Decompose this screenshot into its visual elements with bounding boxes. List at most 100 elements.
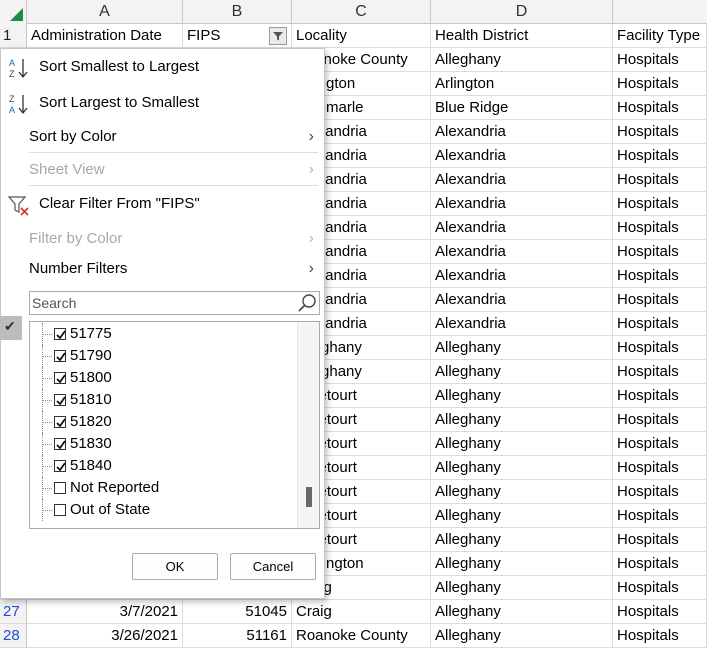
checkbox-checked[interactable] [54,394,66,406]
cell-facility-type[interactable]: Hospitals [613,408,707,432]
cell-health-district[interactable]: Alleghany [431,552,613,576]
checkbox-checked[interactable] [54,460,66,472]
cell-health-district[interactable]: Alleghany [431,624,613,648]
cell-health-district[interactable]: Alleghany [431,480,613,504]
scrollbar-thumb[interactable] [306,487,312,507]
cell-health-district[interactable]: Alleghany [431,528,613,552]
sort-descending-item[interactable]: Z A Sort Largest to Smallest [1,88,324,118]
sort-by-color-item[interactable]: Sort by Color › [1,122,324,152]
cell-health-district[interactable]: Alexandria [431,264,613,288]
values-list-scrollbar[interactable] [297,322,319,528]
cell-facility-type[interactable]: Hospitals [613,336,707,360]
cell-fips[interactable]: 51045 [183,600,292,624]
checkbox-checked[interactable] [54,438,66,450]
header-cell-fips[interactable]: FIPS [183,24,292,48]
cell-health-district[interactable]: Alleghany [431,336,613,360]
cell-health-district[interactable]: Alleghany [431,408,613,432]
column-header-c[interactable]: C [292,0,431,24]
row-number[interactable]: 27 [0,600,27,624]
checkbox-checked[interactable] [54,372,66,384]
cell-facility-type[interactable]: Hospitals [613,192,707,216]
filter-value-item[interactable]: 51775 [30,323,296,345]
clear-filter-item[interactable]: Clear Filter From "FIPS" [1,189,324,219]
cell-administration-date[interactable]: 3/7/2021 [27,600,183,624]
filter-value-item[interactable]: 51830 [30,433,296,455]
cell-facility-type[interactable]: Hospitals [613,528,707,552]
cell-facility-type[interactable]: Hospitals [613,504,707,528]
column-header-b[interactable]: B [183,0,292,24]
cell-facility-type[interactable]: Hospitals [613,48,707,72]
cell-facility-type[interactable]: Hospitals [613,216,707,240]
cell-health-district[interactable]: Alleghany [431,360,613,384]
header-cell-administration-date[interactable]: Administration Date [27,24,183,48]
fips-filter-button[interactable] [269,27,287,45]
cell-health-district[interactable]: Alleghany [431,48,613,72]
cell-locality[interactable]: Craig [292,600,431,624]
cell-facility-type[interactable]: Hospitals [613,432,707,456]
cell-facility-type[interactable]: Hospitals [613,168,707,192]
header-cell-facility-type[interactable]: Facility Type [613,24,707,48]
filter-search-input[interactable] [32,293,292,313]
cell-facility-type[interactable]: Hospitals [613,624,707,648]
row-number[interactable]: 1 [0,24,27,48]
checkbox-unchecked[interactable] [54,504,66,516]
cell-health-district[interactable]: Alleghany [431,384,613,408]
cell-facility-type[interactable]: Hospitals [613,456,707,480]
sort-ascending-item[interactable]: A Z Sort Smallest to Largest [1,52,324,82]
cell-health-district[interactable]: Alleghany [431,600,613,624]
cell-health-district[interactable]: Alleghany [431,456,613,480]
select-all-corner[interactable] [0,0,27,24]
cell-health-district[interactable]: Blue Ridge [431,96,613,120]
filter-value-item[interactable]: 51840 [30,455,296,477]
filter-search-box[interactable] [29,291,320,315]
cell-facility-type[interactable]: Hospitals [613,384,707,408]
row-number[interactable]: 28 [0,624,27,648]
column-header-d[interactable]: D [431,0,613,24]
cell-facility-type[interactable]: Hospitals [613,288,707,312]
checkbox-checked[interactable] [54,416,66,428]
cell-health-district[interactable]: Alleghany [431,504,613,528]
ok-button[interactable]: OK [132,553,218,580]
filter-value-item[interactable]: 51810 [30,389,296,411]
column-header-e[interactable] [613,0,707,24]
cell-facility-type[interactable]: Hospitals [613,312,707,336]
cell-health-district[interactable]: Alexandria [431,144,613,168]
cell-facility-type[interactable]: Hospitals [613,96,707,120]
filter-value-item[interactable]: 51790 [30,345,296,367]
filter-value-item[interactable]: 51820 [30,411,296,433]
cell-health-district[interactable]: Alexandria [431,240,613,264]
number-filters-item[interactable]: Number Filters › [1,254,324,284]
cell-administration-date[interactable]: 3/26/2021 [27,624,183,648]
cell-facility-type[interactable]: Hospitals [613,480,707,504]
header-cell-health-district[interactable]: Health District [431,24,613,48]
cell-health-district[interactable]: Alexandria [431,168,613,192]
cell-facility-type[interactable]: Hospitals [613,144,707,168]
checkbox-checked[interactable] [54,350,66,362]
checkbox-checked[interactable] [54,328,66,340]
cell-facility-type[interactable]: Hospitals [613,240,707,264]
cell-health-district[interactable]: Alexandria [431,192,613,216]
filter-values-list[interactable]: 51775 51790 51800 51810 51820 51830 51840 Not R… [29,321,320,529]
cancel-button[interactable]: Cancel [230,553,316,580]
cell-facility-type[interactable]: Hospitals [613,552,707,576]
checkbox-unchecked[interactable] [54,482,66,494]
cell-facility-type[interactable]: Hospitals [613,120,707,144]
header-cell-locality[interactable]: Locality [292,24,431,48]
cell-health-district[interactable]: Alexandria [431,312,613,336]
column-header-a[interactable]: A [27,0,183,24]
filter-value-item[interactable]: 51800 [30,367,296,389]
cell-facility-type[interactable]: Hospitals [613,576,707,600]
cell-health-district[interactable]: Alexandria [431,216,613,240]
cell-facility-type[interactable]: Hospitals [613,600,707,624]
cell-locality[interactable]: Roanoke County [292,624,431,648]
cell-health-district[interactable]: Alexandria [431,120,613,144]
cell-facility-type[interactable]: Hospitals [613,360,707,384]
cell-facility-type[interactable]: Hospitals [613,72,707,96]
filter-value-item[interactable]: Not Reported [30,477,296,499]
filter-value-item[interactable]: Out of State [30,499,296,521]
cell-health-district[interactable]: Arlington [431,72,613,96]
cell-facility-type[interactable]: Hospitals [613,264,707,288]
cell-health-district[interactable]: Alexandria [431,288,613,312]
cell-health-district[interactable]: Alleghany [431,432,613,456]
cell-fips[interactable]: 51161 [183,624,292,648]
